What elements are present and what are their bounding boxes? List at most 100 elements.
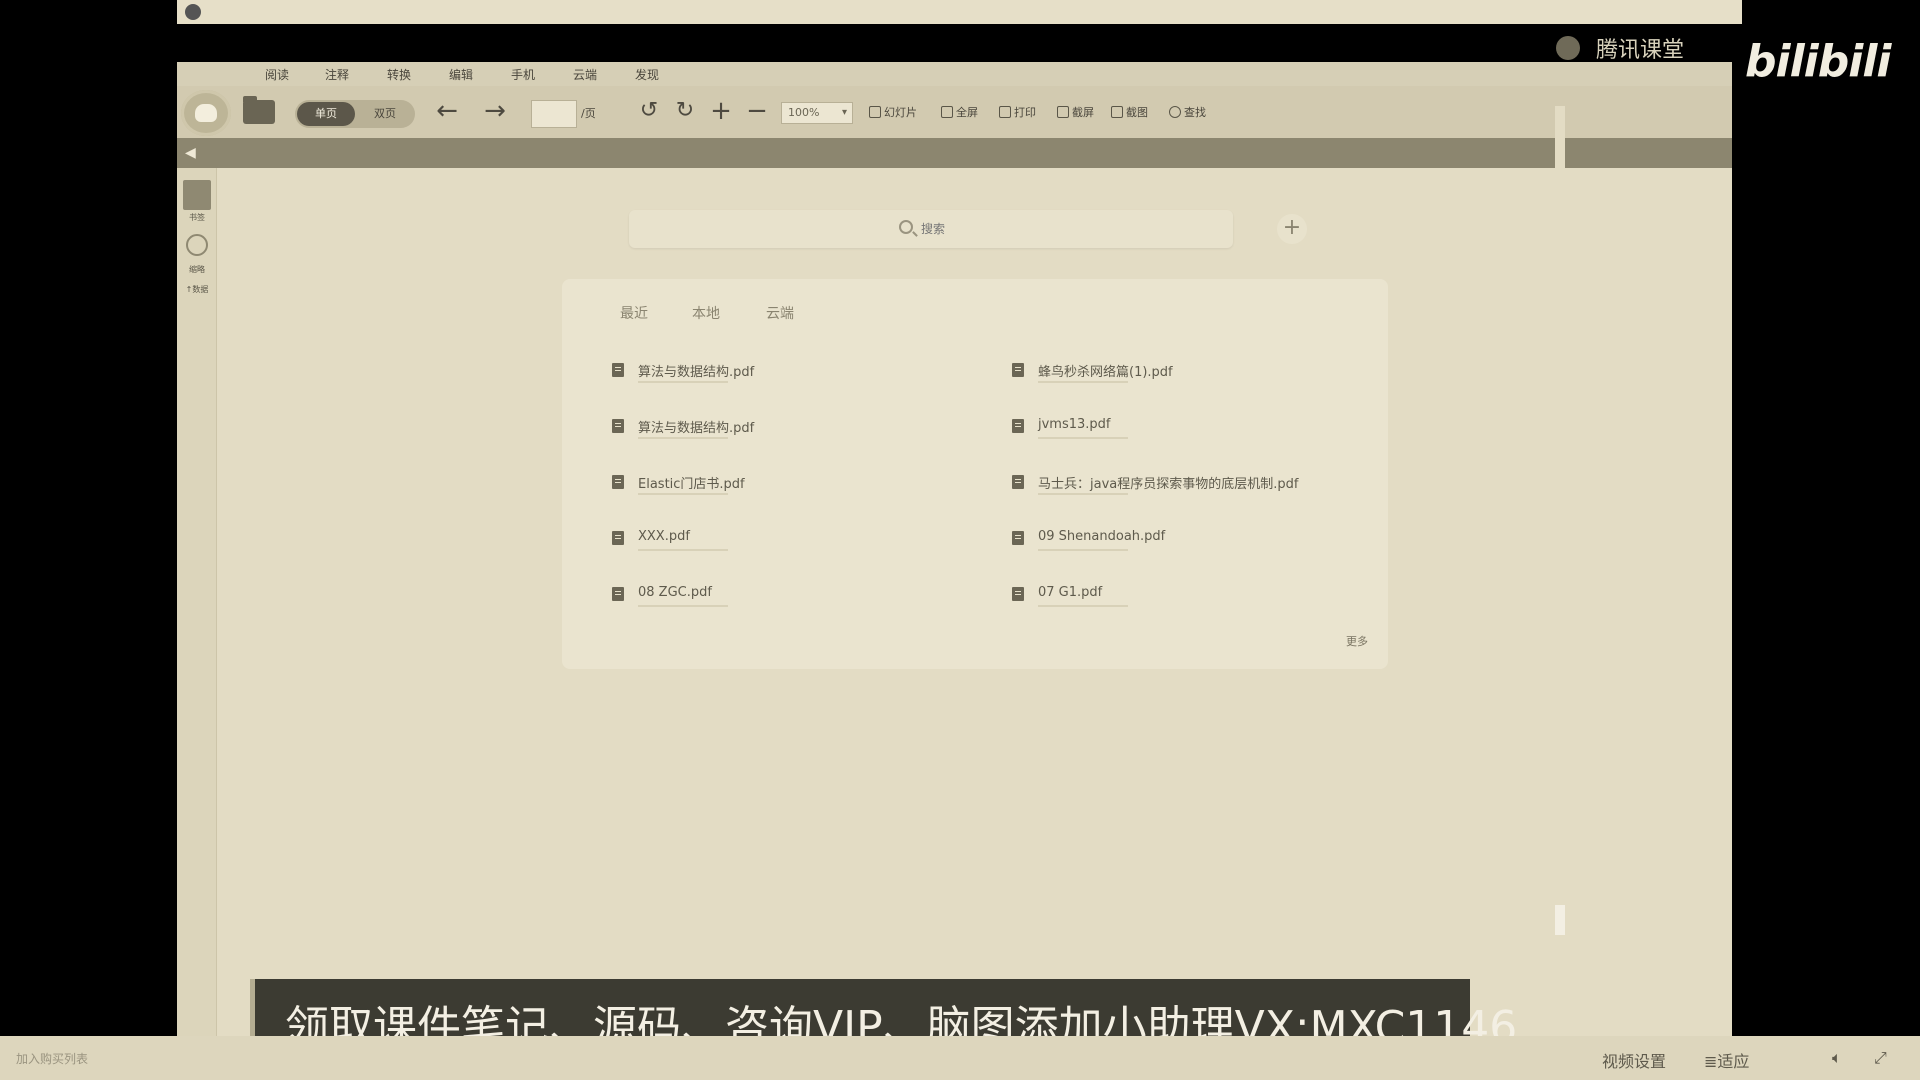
add-file-button[interactable]: + xyxy=(1277,214,1307,244)
file-meta xyxy=(1038,437,1128,439)
pdf-reader-window: 阅读 注释 转换 编辑 手机 云端 发现 单页 双页 ← → /页 ↺ ↻ + … xyxy=(177,62,1732,1040)
tencent-watermark: 腾讯课堂 xyxy=(1596,38,1685,63)
pdf-file-icon xyxy=(612,587,624,601)
fullscreen-button[interactable]: 全屏 xyxy=(941,102,978,124)
list-item[interactable]: 07 G1.pdf xyxy=(1012,585,1372,625)
list-item[interactable]: Elastic门店书.pdf xyxy=(612,473,952,513)
single-page-button[interactable]: 单页 xyxy=(297,102,355,126)
scissors-icon xyxy=(1111,106,1123,118)
scrollbar-thumb[interactable] xyxy=(1555,905,1565,935)
pdf-file-icon xyxy=(612,475,624,489)
tab-local[interactable]: 本地 xyxy=(692,303,720,323)
fullscreen-icon xyxy=(941,106,953,118)
list-item[interactable]: 算法与数据结构.pdf xyxy=(612,361,952,401)
fit-button[interactable]: ≣适应 xyxy=(1704,1048,1749,1072)
main-content: + 最近 本地 云端 算法与数据结构.pdf 算法与数据结构.pdf Elast… xyxy=(218,168,1732,1040)
capture-button[interactable]: 截屏 xyxy=(1057,102,1094,124)
list-item[interactable]: jvms13.pdf xyxy=(1012,417,1372,457)
file-name: 09 Shenandoah.pdf xyxy=(1038,529,1166,544)
collapse-sidebar-icon[interactable]: ◀ xyxy=(185,144,203,162)
nav-bar: ◀ xyxy=(177,138,1732,168)
menu-tab-annotate[interactable]: 注释 xyxy=(325,66,349,83)
video-settings-button[interactable]: 视频设置 xyxy=(1602,1048,1666,1072)
video-frame: 阅读 注释 转换 编辑 手机 云端 发现 单页 双页 ← → /页 ↺ ↻ + … xyxy=(0,0,1920,1080)
tab-cloud[interactable]: 云端 xyxy=(766,303,794,323)
capture-label: 截屏 xyxy=(1072,106,1094,119)
zoom-value: 100% xyxy=(788,106,820,119)
recent-files-panel: 最近 本地 云端 算法与数据结构.pdf 算法与数据结构.pdf Elastic… xyxy=(562,279,1388,669)
slideshow-label: 幻灯片 xyxy=(884,106,917,119)
print-button[interactable]: 打印 xyxy=(999,102,1036,124)
search-icon xyxy=(899,220,913,234)
list-item[interactable]: 马士兵：java程序员探索事物的底层机制.pdf xyxy=(1012,473,1372,513)
file-name: jvms13.pdf xyxy=(1038,417,1111,432)
file-meta xyxy=(638,381,728,383)
desktop-top-bar xyxy=(177,0,1742,24)
menu-tab-discover[interactable]: 发现 xyxy=(635,66,659,83)
file-meta xyxy=(638,437,728,439)
double-page-button[interactable]: 双页 xyxy=(357,102,413,126)
rotate-left-icon[interactable]: ↺ xyxy=(635,98,663,126)
sidebar-item-data[interactable]: ↑数据 xyxy=(177,284,217,295)
file-name: 蜂鸟秒杀网络篇(1).pdf xyxy=(1038,365,1173,380)
sidebar-item-thumbnail[interactable]: 缩略 xyxy=(177,264,217,275)
arrow-left-icon[interactable]: ← xyxy=(433,98,461,126)
sidebar-item-bookmark[interactable]: 书签 xyxy=(177,212,217,223)
list-item[interactable]: 蜂鸟秒杀网络篇(1).pdf xyxy=(1012,361,1372,401)
menu-tab-edit[interactable]: 编辑 xyxy=(449,66,473,83)
capture-icon xyxy=(1057,106,1069,118)
player-control-bar: 加入购买列表 视频设置 ≣适应 🔈︎ ⤢ xyxy=(0,1036,1920,1080)
zoom-in-icon[interactable]: + xyxy=(707,98,735,126)
rotate-right-icon[interactable]: ↻ xyxy=(671,98,699,126)
menu-tab-read[interactable]: 阅读 xyxy=(265,66,289,83)
pdf-file-icon xyxy=(1012,531,1024,545)
file-name: 07 G1.pdf xyxy=(1038,585,1103,600)
screenshot-button[interactable]: 截图 xyxy=(1111,102,1148,124)
pdf-file-icon xyxy=(1012,475,1024,489)
file-name: 算法与数据结构.pdf xyxy=(638,421,755,436)
find-button[interactable]: 查找 xyxy=(1169,102,1206,124)
exit-fullscreen-icon[interactable]: ⤢ xyxy=(1874,1048,1894,1068)
player-left-text[interactable]: 加入购买列表 xyxy=(16,1050,88,1067)
file-name: 马士兵：java程序员探索事物的底层机制.pdf xyxy=(1038,477,1299,492)
print-icon xyxy=(999,106,1011,118)
list-item[interactable]: 09 Shenandoah.pdf xyxy=(1012,529,1372,569)
file-meta xyxy=(638,549,728,551)
bookmark-icon[interactable] xyxy=(183,180,211,210)
file-meta xyxy=(1038,549,1128,551)
list-item[interactable]: XXX.pdf xyxy=(612,529,952,569)
search-input[interactable] xyxy=(921,218,1121,240)
arrow-right-icon[interactable]: → xyxy=(481,98,509,126)
tencent-classroom-logo-icon xyxy=(1556,36,1580,60)
page-number-input[interactable] xyxy=(531,100,577,128)
list-item[interactable]: 算法与数据结构.pdf xyxy=(612,417,952,457)
list-item[interactable]: 08 ZGC.pdf xyxy=(612,585,952,625)
bilibili-watermark: bilibili xyxy=(1745,36,1891,87)
scrollbar[interactable] xyxy=(1555,106,1565,978)
menu-tab-cloud[interactable]: 云端 xyxy=(573,66,597,83)
app-icon xyxy=(185,4,201,20)
file-name: Elastic门店书.pdf xyxy=(638,477,745,492)
pdf-file-icon xyxy=(1012,363,1024,377)
app-logo-icon[interactable] xyxy=(181,90,231,136)
zoom-select[interactable]: 100% ▾ xyxy=(781,102,853,124)
thumbnail-icon[interactable] xyxy=(186,234,208,256)
menu-tab-mobile[interactable]: 手机 xyxy=(511,66,535,83)
slideshow-button[interactable]: 幻灯片 xyxy=(869,102,917,124)
volume-icon[interactable]: 🔈︎ xyxy=(1832,1048,1852,1068)
file-meta xyxy=(638,493,728,495)
tab-recent[interactable]: 最近 xyxy=(620,303,648,323)
pdf-file-icon xyxy=(612,531,624,545)
view-mode-toggle[interactable]: 单页 双页 xyxy=(295,100,415,128)
screenshot-label: 截图 xyxy=(1126,106,1148,119)
open-folder-icon[interactable] xyxy=(243,96,275,124)
file-name: 08 ZGC.pdf xyxy=(638,585,712,600)
more-link[interactable]: 更多 xyxy=(1346,633,1368,649)
menu-tab-convert[interactable]: 转换 xyxy=(387,66,411,83)
file-meta xyxy=(1038,493,1128,495)
search-box[interactable] xyxy=(629,210,1233,248)
zoom-out-icon[interactable]: − xyxy=(743,98,771,126)
pdf-file-icon xyxy=(1012,587,1024,601)
search-icon xyxy=(1169,106,1181,118)
pdf-file-icon xyxy=(612,363,624,377)
